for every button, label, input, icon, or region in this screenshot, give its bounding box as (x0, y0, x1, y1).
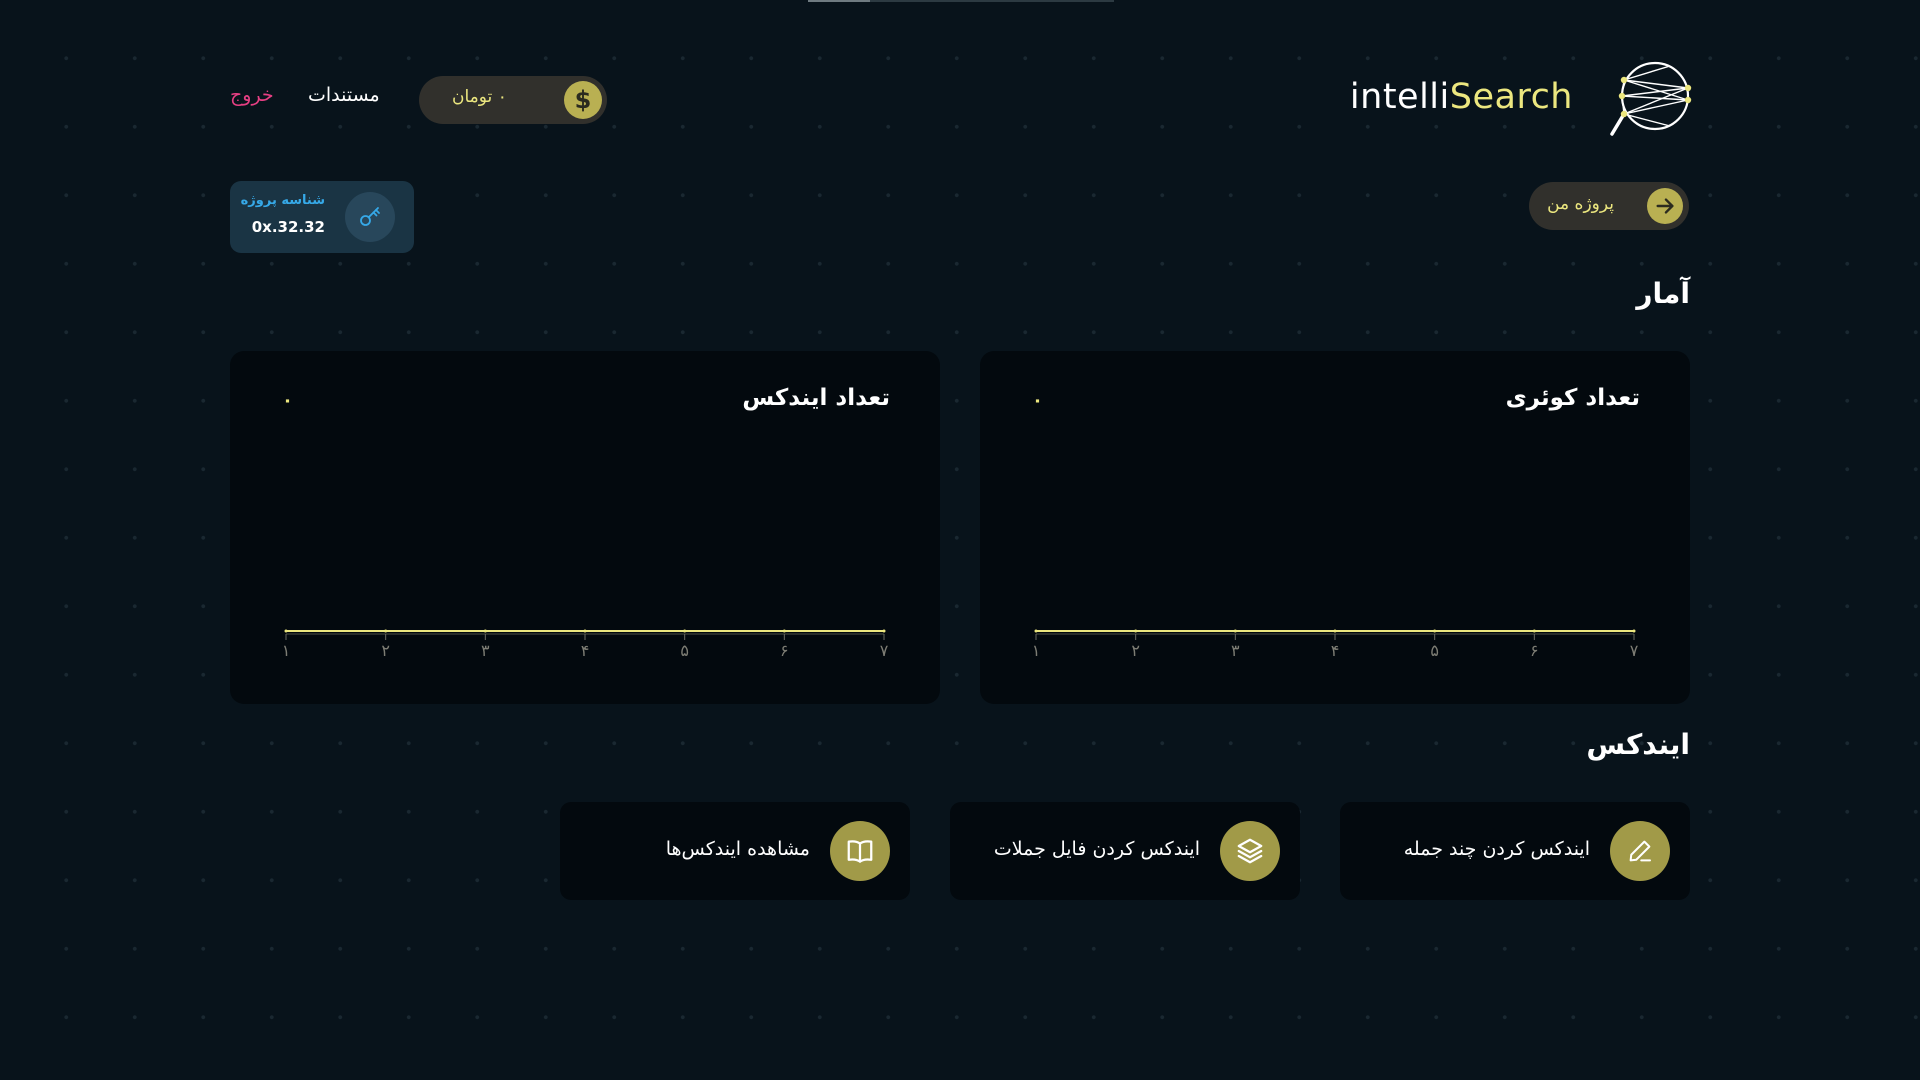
data-point (1134, 629, 1138, 633)
x-tick-label: ۴ (1331, 641, 1340, 660)
x-tick-label: ۶ (780, 641, 789, 660)
data-point (1433, 629, 1437, 633)
x-tick-label: ۳ (481, 641, 490, 660)
x-tick-label: ۱ (1032, 641, 1041, 660)
view-indexes-label: مشاهده ایندکس‌ها (665, 838, 810, 860)
data-point (483, 629, 487, 633)
docs-link[interactable]: مستندات (308, 84, 380, 106)
top-progress-segment (808, 0, 870, 2)
view-indexes-card[interactable]: مشاهده ایندکس‌ها (560, 802, 910, 900)
layers-icon-circle (1220, 821, 1280, 881)
project-id-label: شناسه پروژه (240, 193, 325, 208)
index-count-chart: ۱ ۲ ۳ ۴ ۵ ۶ ۷ (282, 629, 889, 660)
index-file-card[interactable]: ایندکس کردن فایل جملات (950, 802, 1300, 900)
x-tick-label: ۱ (282, 641, 291, 660)
x-tick-label: ۷ (1630, 641, 1639, 660)
data-point (1333, 629, 1337, 633)
project-id-card: شناسه پروژه 0x.32.32 (230, 181, 414, 253)
x-tick-label: ۶ (1530, 641, 1539, 660)
data-point (284, 629, 288, 633)
balance-amount: ۰ تومان (452, 87, 507, 107)
book-icon (847, 840, 873, 863)
key-icon (360, 207, 380, 226)
book-icon-circle (830, 821, 890, 881)
brand-part2: Search (1449, 77, 1573, 117)
data-point (1233, 629, 1237, 633)
x-tick-label: ۲ (381, 641, 390, 660)
pencil-icon (1629, 840, 1651, 862)
arrow-right-icon (1647, 188, 1683, 224)
brand-part1: intelli (1349, 77, 1450, 117)
data-point (683, 629, 687, 633)
brand-title: intelliSearch (1350, 72, 1573, 122)
x-tick-label: ۴ (581, 641, 590, 660)
query-count-chart: ۱ ۲ ۳ ۴ ۵ ۶ ۷ (1032, 629, 1639, 660)
query-count-card: تعداد کوئری ۰ ۱۲۳۴۵۶۷ (980, 351, 1690, 704)
x-tick-label: ۳ (1231, 641, 1240, 660)
layers-icon (1237, 838, 1263, 864)
logo-icon (1610, 61, 1692, 136)
index-sentences-label: ایندکس کردن چند جمله (1403, 838, 1590, 860)
stats-section-title: آمار (1636, 277, 1690, 310)
data-point (384, 629, 388, 633)
data-point (1632, 629, 1636, 633)
dollar-icon: $ (564, 81, 602, 119)
my-project-label: پروژه من (1547, 194, 1614, 214)
index-section-title: ایندکس (1586, 728, 1690, 761)
data-point (1532, 629, 1536, 633)
data-point (782, 629, 786, 633)
top-progress-line (808, 0, 1114, 2)
index-sentences-card[interactable]: ایندکس کردن چند جمله (1340, 802, 1690, 900)
x-tick-label: ۵ (680, 641, 689, 660)
project-id-value: 0x.32.32 (251, 218, 325, 236)
pencil-icon-circle (1610, 821, 1670, 881)
index-file-label: ایندکس کردن فایل جملات (993, 838, 1200, 860)
balance-pill[interactable]: $ ۰ تومان (419, 76, 607, 124)
key-icon-circle (345, 192, 395, 242)
x-tick-label: ۲ (1131, 641, 1140, 660)
data-point (583, 629, 587, 633)
data-point (1034, 629, 1038, 633)
x-tick-label: ۷ (880, 641, 889, 660)
my-project-button[interactable]: پروژه من (1529, 182, 1689, 230)
x-tick-label: ۵ (1430, 641, 1439, 660)
index-count-card: تعداد ایندکس ۰ ۱۲۳۴۵۶۷ (230, 351, 940, 704)
logout-link[interactable]: خروج (230, 84, 274, 106)
data-point (882, 629, 886, 633)
